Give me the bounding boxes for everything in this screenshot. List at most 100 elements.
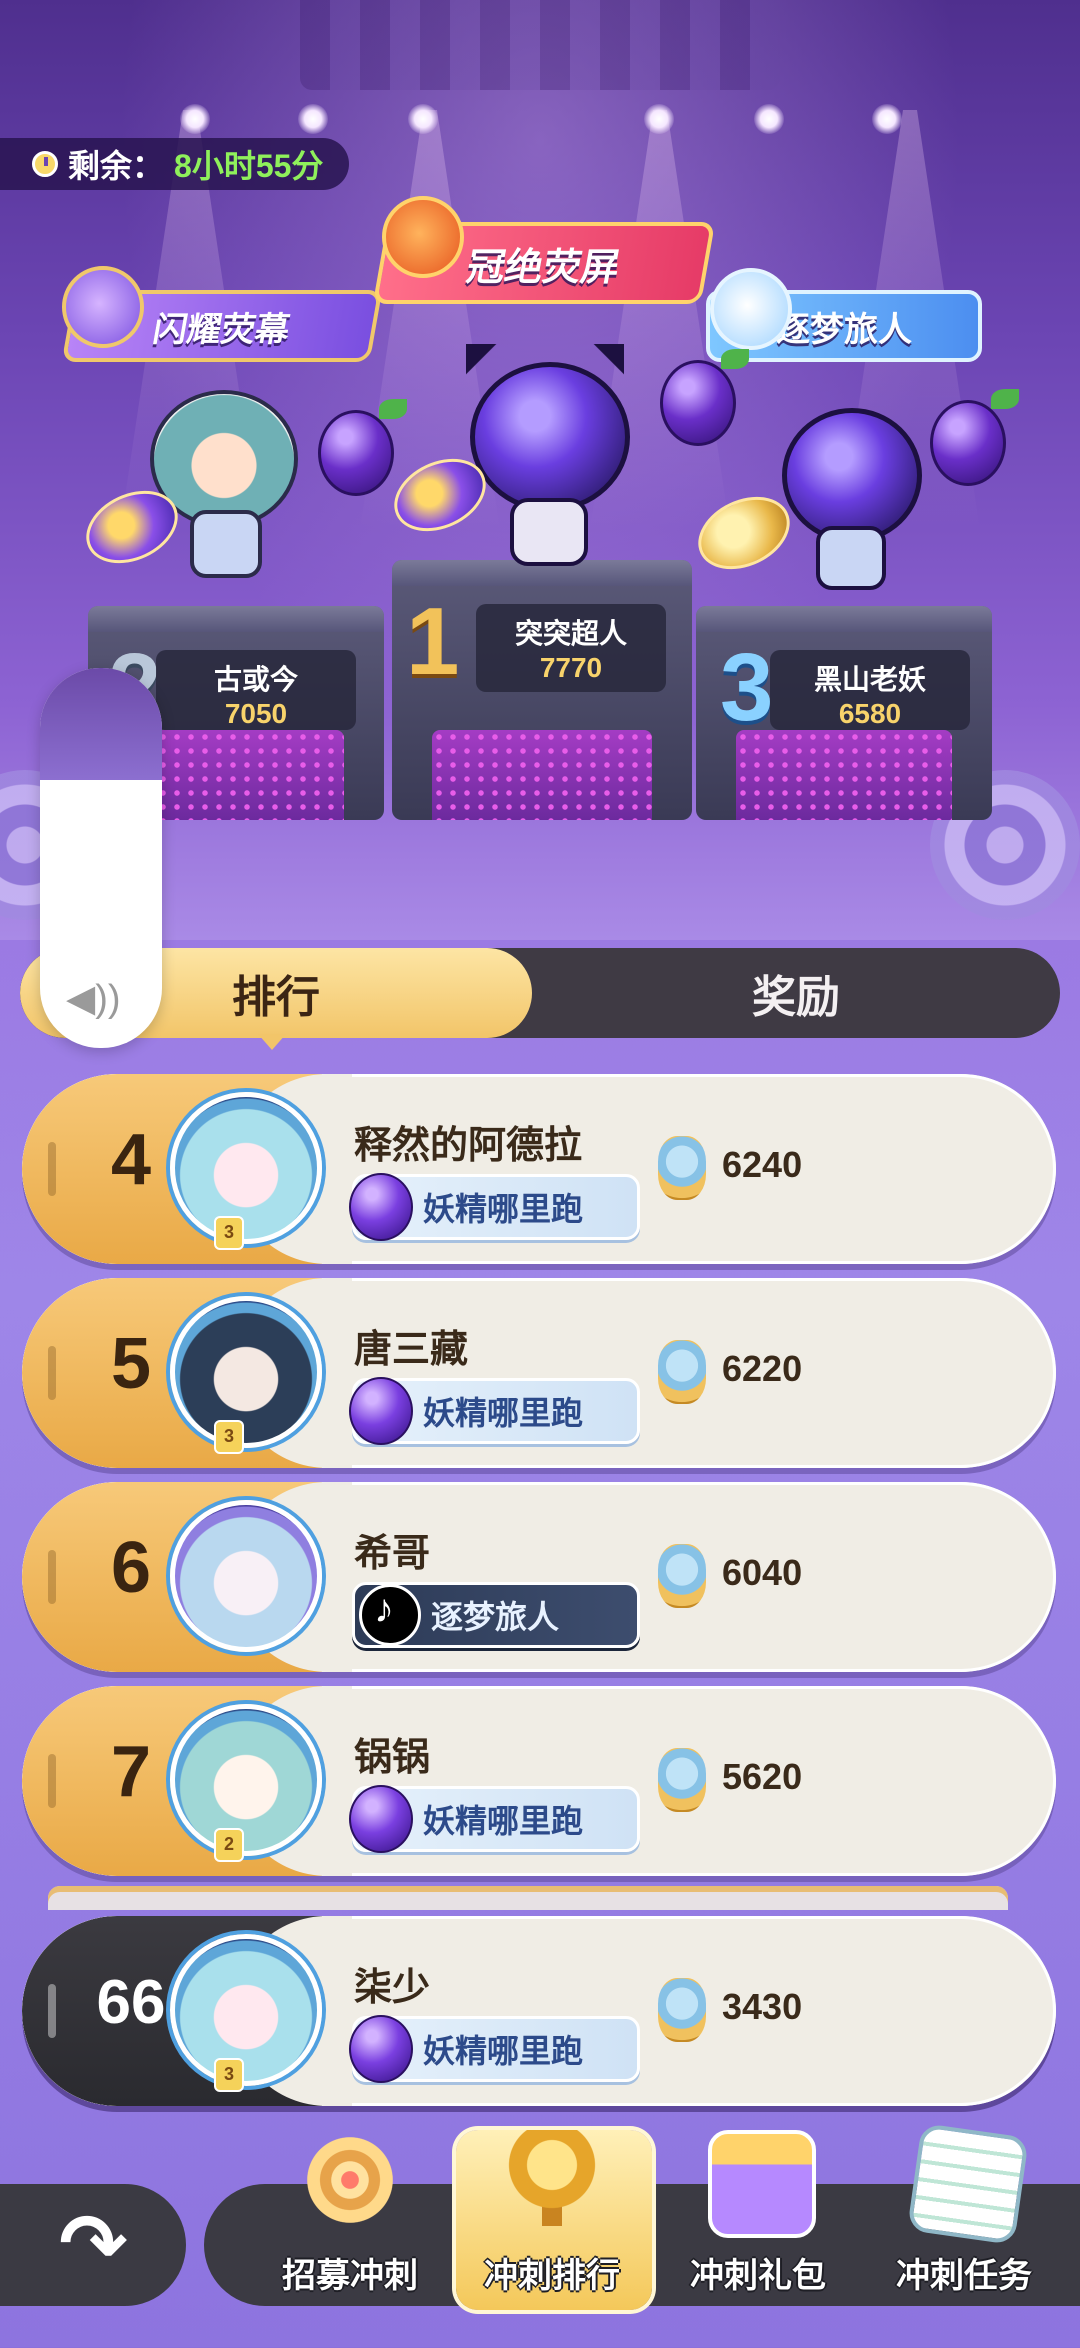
stage-truss	[300, 0, 780, 90]
nav-sprint-gift[interactable]: 冲刺礼包	[658, 2120, 858, 2320]
rank-number: 5	[110, 1324, 152, 1404]
nav-label: 招募冲刺	[282, 2257, 418, 2295]
level-badge: 3	[214, 2058, 244, 2092]
avatar	[170, 1704, 322, 1856]
grape-icon	[349, 1377, 413, 1445]
grape-icon	[318, 399, 407, 496]
banner-text: 逐梦旅人	[776, 310, 912, 349]
podium-player-name: 古或今	[213, 664, 298, 695]
avatar	[170, 1092, 322, 1244]
back-arrow-icon: ↶	[58, 2199, 128, 2290]
checklist-icon	[907, 2123, 1029, 2245]
title-badge: 妖精哪里跑	[349, 1173, 640, 1241]
volume-overlay[interactable]: ◀))	[40, 668, 162, 1048]
tab-pointer	[258, 1034, 286, 1050]
podium-player-score: 7770	[539, 652, 603, 683]
podium-first[interactable]: 1 突突超人 7770	[392, 560, 692, 820]
title-badge-text: 妖精哪里跑	[423, 1191, 584, 1227]
level-badge: 3	[214, 1420, 244, 1454]
volume-level	[40, 668, 162, 780]
stage-light	[180, 104, 210, 134]
coin-icon	[658, 1340, 706, 1404]
rank-number: 7	[110, 1732, 152, 1812]
podium-top	[696, 606, 992, 632]
grape-icon	[349, 2015, 413, 2083]
next-row-peek	[48, 1886, 1008, 1910]
title-badge-text: 妖精哪里跑	[423, 2033, 584, 2069]
bottom-nav: ↶ 招募冲刺 冲刺排行 冲刺礼包 冲刺任务	[0, 2123, 1080, 2348]
podium-player-score: 6580	[838, 698, 902, 729]
grape-icon	[349, 1173, 413, 1241]
player-name: 锅锅	[354, 1737, 431, 1779]
timer-value: 8小时55分	[174, 148, 324, 184]
stage-light	[644, 104, 674, 134]
player-score: 3430	[722, 1986, 803, 2027]
grape-icon	[349, 1785, 413, 1853]
stage-light	[872, 104, 902, 134]
stage-light	[754, 104, 784, 134]
target-icon	[300, 2130, 400, 2230]
back-button[interactable]: ↶	[0, 2184, 186, 2306]
ranking-tabs: 排行 奖励	[20, 948, 1060, 1038]
nav-label: 冲刺礼包	[690, 2257, 826, 2295]
my-rank-row[interactable]: 66 3 柒少 妖精哪里跑 3430	[22, 1916, 1056, 2106]
tiktok-icon	[359, 1584, 421, 1646]
podium-nameplate: 突突超人 7770	[476, 604, 666, 692]
list-item[interactable]: 5 3 唐三藏 妖精哪里跑 6220	[22, 1278, 1056, 1468]
list-item[interactable]: 6 希哥 逐梦旅人 6040	[22, 1482, 1056, 1672]
flame-emblem-icon	[382, 196, 464, 278]
podium-rank-number: 3	[720, 634, 774, 741]
stage-light	[408, 104, 438, 134]
banner-text: 闪耀荧幕	[150, 310, 293, 349]
podium-top	[88, 606, 384, 632]
title-badge-text: 妖精哪里跑	[423, 1803, 584, 1839]
level-badge: 3	[214, 1216, 244, 1250]
cloud-emblem-icon	[710, 268, 792, 350]
grip-handle	[48, 1142, 56, 1196]
coin-icon	[658, 1978, 706, 2042]
character-head	[470, 362, 630, 512]
podium-rank-number: 1	[406, 588, 460, 695]
coin-icon	[658, 1136, 706, 1200]
nav-sprint-ranking[interactable]: 冲刺排行	[452, 2120, 652, 2320]
list-item[interactable]: 4 3 释然的阿德拉 妖精哪里跑 6240	[22, 1074, 1056, 1264]
rank-number: 4	[110, 1120, 152, 1200]
grip-handle	[48, 1984, 56, 2038]
player-score: 6220	[722, 1348, 803, 1389]
speaker-icon: ◀))	[66, 977, 121, 1020]
rank-number: 6	[110, 1528, 152, 1608]
avatar	[170, 1296, 322, 1448]
podium-grill	[736, 730, 952, 820]
character-body	[190, 510, 262, 578]
podium-third[interactable]: 3 黑山老妖 6580	[696, 606, 992, 820]
player-score: 5620	[722, 1756, 803, 1797]
podium-player-score: 7050	[224, 698, 288, 729]
grip-handle	[48, 1346, 56, 1400]
banner-text: 冠绝荧屏	[463, 246, 623, 289]
avatar	[170, 1500, 322, 1652]
title-badge-text: 逐梦旅人	[431, 1599, 560, 1635]
title-badge-text: 妖精哪里跑	[423, 1395, 584, 1431]
grip-handle	[48, 1550, 56, 1604]
title-badge: 逐梦旅人	[352, 1582, 640, 1648]
player-name: 释然的阿德拉	[354, 1125, 583, 1167]
coin-icon	[658, 1544, 706, 1608]
podium-nameplate: 古或今 7050	[156, 650, 356, 730]
podium-player-name: 突突超人	[514, 618, 627, 649]
title-badge: 妖精哪里跑	[349, 1785, 640, 1853]
nav-label: 冲刺排行	[484, 2257, 620, 2295]
owl-emblem-icon	[62, 266, 144, 348]
gift-icon	[708, 2130, 816, 2238]
player-name: 柒少	[354, 1967, 431, 2009]
countdown-timer: 剩余： 8小时55分	[0, 138, 350, 190]
grip-handle	[48, 1754, 56, 1808]
list-item[interactable]: 7 2 锅锅 妖精哪里跑 5620	[22, 1686, 1056, 1876]
nav-recruit-sprint[interactable]: 招募冲刺	[250, 2120, 450, 2320]
character-head	[782, 408, 922, 543]
tab-rewards[interactable]: 奖励	[532, 948, 1060, 1038]
level-badge: 2	[214, 1828, 244, 1862]
podium-grill	[432, 730, 652, 820]
coin-icon	[658, 1748, 706, 1812]
grape-icon	[930, 389, 1019, 486]
nav-sprint-tasks[interactable]: 冲刺任务	[864, 2120, 1064, 2320]
